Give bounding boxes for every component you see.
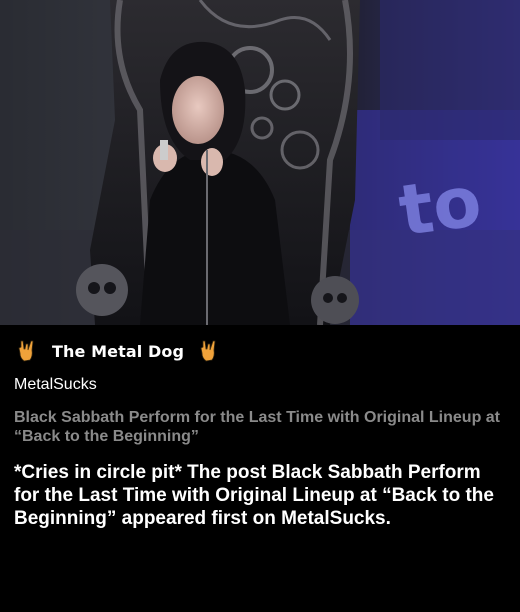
article-body: *Cries in circle pit* The post Black Sab… — [14, 462, 494, 529]
rock-horns-hand-icon — [16, 338, 38, 364]
hero-image[interactable]: to — [0, 0, 520, 325]
source-name[interactable]: MetalSucks — [14, 376, 97, 394]
feed-header: The Metal Dog — [16, 337, 220, 365]
screen-text: to — [394, 160, 486, 253]
feed-title[interactable]: The Metal Dog — [52, 342, 184, 361]
rock-horns-hand-icon — [198, 338, 220, 364]
article-title[interactable]: Black Sabbath Perform for the Last Time … — [14, 408, 504, 446]
feed-card[interactable]: The Metal Dog MetalSucks Black Sabbath P… — [0, 325, 520, 612]
